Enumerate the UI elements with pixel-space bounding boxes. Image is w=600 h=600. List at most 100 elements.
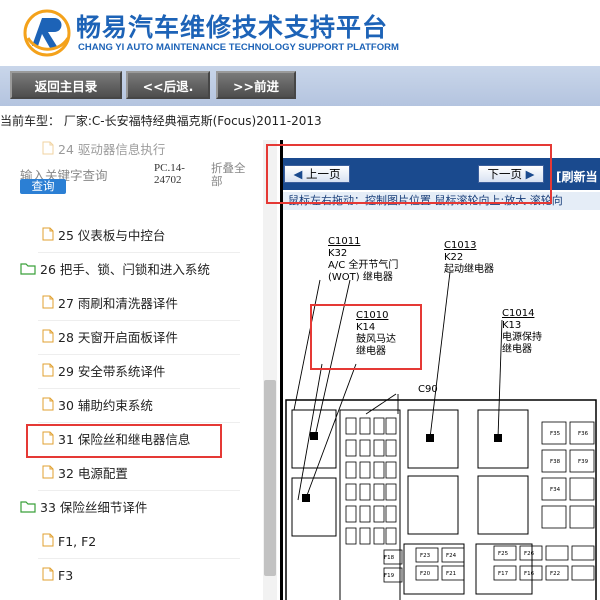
relay-line2: 继电器 [502, 344, 532, 355]
tree-separator [38, 252, 240, 253]
prev-page-label: 上一页 [306, 167, 341, 181]
relay-id: K32 [328, 248, 348, 259]
tree-item[interactable]: 31 保险丝和继电器信息 [42, 428, 190, 452]
prev-page-button[interactable]: ◀ 上一页 [284, 165, 350, 183]
fuse-label: F26 [524, 551, 535, 557]
file-icon [42, 395, 54, 419]
folder-icon [20, 259, 36, 283]
fuse-label: F24 [446, 553, 457, 559]
next-page-label: 下一页 [487, 167, 522, 181]
tree-separator [38, 320, 240, 321]
folder-icon [20, 497, 36, 521]
fuse-label: F20 [420, 571, 431, 577]
relay-id: K14 [356, 322, 376, 333]
tree-scrollbar[interactable] [263, 140, 277, 600]
tree-item[interactable]: 24 驱动器信息执行 [42, 140, 165, 162]
pager-bar: ◀ 上一页 下一页 ▶ [刷新当 [280, 158, 600, 190]
fuse-label: F25 [498, 551, 509, 557]
brand-logo-icon [23, 9, 71, 57]
tree-item-label: F1, F2 [58, 534, 97, 549]
fuse-label: F36 [578, 431, 589, 437]
relay-code: C1010 [356, 310, 389, 321]
tree-item[interactable]: 28 天窗开启面板译件 [42, 326, 178, 350]
viewer-border [280, 140, 283, 600]
fuse-label: F18 [384, 555, 395, 561]
file-icon [42, 140, 54, 163]
relay-line1: 鼓风马达 [356, 334, 396, 345]
relay-code: C1014 [502, 308, 535, 319]
back-button[interactable]: <<后退. [126, 71, 210, 99]
relay-id: K13 [502, 320, 522, 331]
scroll-thumb[interactable] [264, 380, 276, 576]
tree-item-label: 29 安全带系统译件 [58, 364, 166, 379]
fuse-label: F19 [384, 573, 395, 579]
tree-item[interactable]: 33 保险丝细节译件 [20, 496, 147, 520]
fuse-label: F38 [550, 459, 561, 465]
file-icon [42, 531, 54, 555]
relay-line1: 电源保持 [502, 332, 542, 343]
file-icon [42, 293, 54, 317]
tree-item[interactable]: 27 雨刷和清洗器译件 [42, 292, 178, 316]
catalog-panel: 输入关键字查询 查询 PC.14-24702 折叠全部 24 驱动器信息执行 25… [0, 140, 262, 600]
relay-id: K22 [444, 252, 464, 263]
file-icon [42, 361, 54, 385]
relay-line2: (WOT) 继电器 [328, 272, 393, 283]
relay-line2: 继电器 [356, 346, 386, 357]
fuse-label: F17 [498, 571, 509, 577]
arrow-left-icon: ◀ [293, 167, 303, 181]
file-icon [42, 327, 54, 351]
arrow-right-icon: ▶ [525, 167, 535, 181]
fuse-label: F39 [578, 459, 589, 465]
app-subtitle: CHANG YI AUTO MAINTENANCE TECHNOLOGY SUP… [78, 42, 399, 53]
tree-separator [38, 388, 240, 389]
tree-item-label: 24 驱动器信息执行 [58, 142, 166, 157]
diagram-viewer: ◀ 上一页 下一页 ▶ [刷新当 鼠标左右拖动：控制图片位置 鼠标滚轮向上:放大… [280, 140, 600, 600]
tree-item[interactable]: 26 把手、锁、闩锁和进入系统 [20, 258, 210, 282]
connector-label: C90 [418, 384, 438, 395]
next-page-button[interactable]: 下一页 ▶ [478, 165, 544, 183]
tree-item[interactable]: 25 仪表板与中控台 [42, 224, 165, 248]
viewer-hint: 鼠标左右拖动：控制图片位置 鼠标滚轮向上:放大 滚轮向 [280, 192, 600, 210]
tree-item-label: 26 把手、锁、闩锁和进入系统 [40, 262, 210, 277]
tree-item-label: 32 电源配置 [58, 466, 128, 481]
tree-item-label: F3 [58, 568, 74, 583]
tree-item-label: 31 保险丝和继电器信息 [58, 432, 191, 447]
current-vehicle: 当前车型： 厂家:C-长安福特经典福克斯(Focus)2011-2013 [0, 114, 322, 128]
forward-button[interactable]: >>前进 [216, 71, 296, 99]
tree-item-label: 30 辅助约束系统 [58, 398, 153, 413]
tree-separator [38, 490, 240, 491]
fuse-label: F35 [550, 431, 561, 437]
collapse-all-button[interactable]: 折叠全部 [211, 162, 251, 188]
tree-item[interactable]: 30 辅助约束系统 [42, 394, 153, 418]
fuse-label: F23 [420, 553, 431, 559]
relay-line1: A/C 全开节气门 [328, 260, 399, 271]
fuse-label: F21 [446, 571, 457, 577]
tree-item[interactable]: F3 [42, 564, 73, 588]
file-icon [42, 463, 54, 487]
relay-code: C1013 [444, 240, 477, 251]
tree-item[interactable]: 29 安全带系统译件 [42, 360, 165, 384]
file-icon [42, 429, 54, 453]
tree-item[interactable]: F1, F2 [42, 530, 96, 554]
tree-separator [38, 354, 240, 355]
fuse-label: F22 [550, 571, 561, 577]
tree-item[interactable]: 32 电源配置 [42, 462, 128, 486]
fuse-label: F34 [550, 487, 561, 493]
nav-bar: 返回主目录 <<后退. >>前进 [0, 66, 600, 106]
search-button[interactable]: 查询 [20, 179, 66, 194]
fuse-box-diagram[interactable]: C1011 K32 A/C 全开节气门 (WOT) 继电器 C1013 K22 起动继电器 C… [280, 210, 600, 600]
tree-item-label: 25 仪表板与中控台 [58, 228, 166, 243]
refresh-button[interactable]: [刷新当 [556, 168, 598, 185]
home-button[interactable]: 返回主目录 [10, 71, 122, 99]
tree-item-label: 27 雨刷和清洗器译件 [58, 296, 178, 311]
app-header: 畅易汽车维修技术支持平台 CHANG YI AUTO MAINTENANCE T… [0, 0, 600, 64]
tree-item-label: 33 保险丝细节译件 [40, 500, 148, 515]
tree-item-label: 28 天窗开启面板译件 [58, 330, 178, 345]
relay-line1: 起动继电器 [444, 264, 494, 275]
file-icon [42, 225, 54, 249]
file-icon [42, 565, 54, 589]
fuse-label: F16 [524, 571, 535, 577]
relay-code: C1011 [328, 236, 361, 247]
app-title: 畅易汽车维修技术支持平台 [76, 13, 389, 42]
pc-code: PC.14-24702 [154, 162, 185, 186]
